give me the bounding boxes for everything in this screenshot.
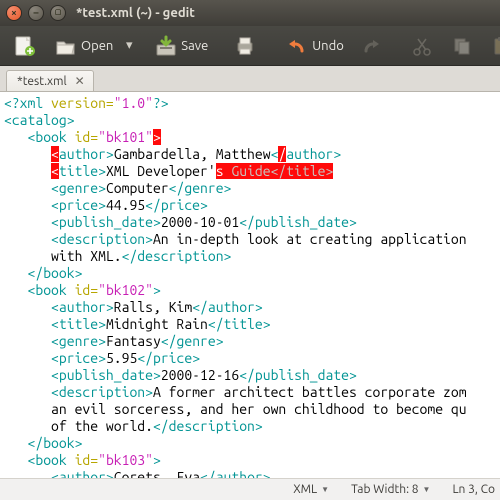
cut-button[interactable]: [405, 30, 443, 62]
search-highlight: <: [51, 163, 59, 179]
open-dropdown[interactable]: ▾: [122, 30, 136, 62]
main-toolbar: Open ▾ Save Undo: [0, 26, 500, 66]
save-icon: [155, 35, 177, 57]
new-file-button[interactable]: [6, 30, 46, 62]
text-editor[interactable]: <?xml version="1.0"?> <catalog> <book id…: [0, 92, 500, 478]
paste-icon: [492, 36, 500, 56]
status-bar: XML ▼ Tab Width: 8 ▼ Ln 3, Co: [0, 478, 500, 500]
tab-strip: *test.xml ✕: [0, 66, 500, 92]
search-highlight: s: [216, 163, 224, 179]
undo-icon: [286, 35, 308, 57]
cursor-position: Ln 3, Co: [443, 481, 496, 498]
search-highlight: >: [153, 129, 161, 145]
open-label: Open: [81, 39, 113, 53]
language-label: XML: [293, 483, 317, 496]
copy-icon: [452, 36, 472, 56]
copy-button[interactable]: [445, 30, 483, 62]
window-maximize-button[interactable]: ▢: [50, 5, 66, 21]
save-label: Save: [181, 39, 208, 53]
language-selector[interactable]: XML ▼: [284, 481, 338, 498]
open-button[interactable]: Open: [48, 30, 120, 62]
tab-label: *test.xml: [17, 75, 67, 88]
search-highlight: <: [51, 146, 59, 162]
tab-width-label: Tab Width: 8: [351, 483, 418, 496]
window-titlebar: × – ▢ *test.xml (~) - gedit: [0, 0, 500, 26]
undo-label: Undo: [312, 39, 344, 53]
window-minimize-button[interactable]: –: [28, 5, 44, 21]
open-icon: [55, 35, 77, 57]
tab-width-selector[interactable]: Tab Width: 8 ▼: [342, 481, 439, 498]
save-button[interactable]: Save: [148, 30, 215, 62]
redo-button[interactable]: [353, 30, 393, 62]
print-button[interactable]: [227, 30, 267, 62]
redo-icon: [360, 35, 382, 57]
paste-button[interactable]: [485, 30, 500, 62]
chevron-down-icon: ▼: [321, 485, 329, 494]
window-close-button[interactable]: ×: [6, 5, 22, 21]
cut-icon: [412, 36, 432, 56]
print-icon: [234, 35, 256, 57]
window-title: *test.xml (~) - gedit: [76, 6, 195, 20]
window-controls: × – ▢: [6, 5, 66, 21]
file-tab[interactable]: *test.xml ✕: [6, 70, 94, 91]
search-highlight-selected: Guide</title>: [224, 163, 334, 179]
new-file-icon: [13, 35, 35, 57]
chevron-down-icon: ▼: [423, 485, 431, 494]
close-tab-button[interactable]: ✕: [73, 74, 87, 88]
undo-button[interactable]: Undo: [279, 30, 351, 62]
